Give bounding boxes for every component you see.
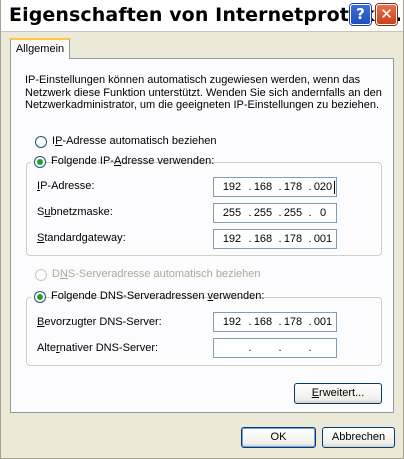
tab-panel-allgemein: IP-Einstellungen können automatisch zuge… <box>10 58 394 413</box>
alternate-dns-field[interactable]: . . . <box>213 338 337 358</box>
cancel-button[interactable]: Abbrechen <box>322 427 395 448</box>
ok-button[interactable]: OK <box>241 427 316 448</box>
gateway-field[interactable]: 192 . 168 . 178 . 001 <box>213 229 337 249</box>
text-caret <box>334 181 335 194</box>
ip-address-label: IP-Adresse: <box>37 180 95 192</box>
description-text: IP-Einstellungen können automatisch zuge… <box>25 74 382 112</box>
advanced-button[interactable]: Erweitert... <box>294 383 382 404</box>
radio-ip-manual[interactable] <box>34 156 46 168</box>
ip-address-field[interactable]: 192 . 168 . 178 . 020 <box>213 177 337 197</box>
subnet-field[interactable]: 255 . 255 . 255 . 0 <box>213 203 337 223</box>
window-title: Eigenschaften von Internetprotoko... <box>9 4 404 26</box>
dns-auto-label: DNS-Serveradresse automatisch beziehen <box>52 268 261 280</box>
radio-ip-auto[interactable] <box>35 136 47 148</box>
dialog-window: Eigenschaften von Internetprotoko... ? ✕… <box>0 0 404 459</box>
preferred-dns-label: Bevorzugter DNS-Server: <box>37 316 162 328</box>
dns-manual-label[interactable]: Folgende DNS-Serveradressen verwenden: <box>51 290 264 302</box>
ip-manual-label[interactable]: Folgende IP-Adresse verwenden: <box>51 155 214 167</box>
subnet-label: Subnetzmaske: <box>37 206 113 218</box>
ip-auto-label[interactable]: IP-Adresse automatisch beziehen <box>52 135 217 147</box>
gateway-label: Standardgateway: <box>37 232 126 244</box>
tab-allgemein[interactable]: Allgemein <box>10 38 70 59</box>
close-button[interactable]: ✕ <box>376 4 397 25</box>
title-bar[interactable]: Eigenschaften von Internetprotoko... ? ✕ <box>1 0 404 32</box>
preferred-dns-field[interactable]: 192 . 168 . 178 . 001 <box>213 312 337 332</box>
ip-manual-legend: Folgende IP-Adresse verwenden: <box>31 155 214 169</box>
radio-dns-manual[interactable] <box>34 291 46 303</box>
alternate-dns-label: Alternativer DNS-Server: <box>37 342 159 354</box>
dns-manual-legend: Folgende DNS-Serveradressen verwenden: <box>31 290 264 304</box>
help-button[interactable]: ? <box>350 4 371 25</box>
radio-dns-auto <box>35 269 47 281</box>
